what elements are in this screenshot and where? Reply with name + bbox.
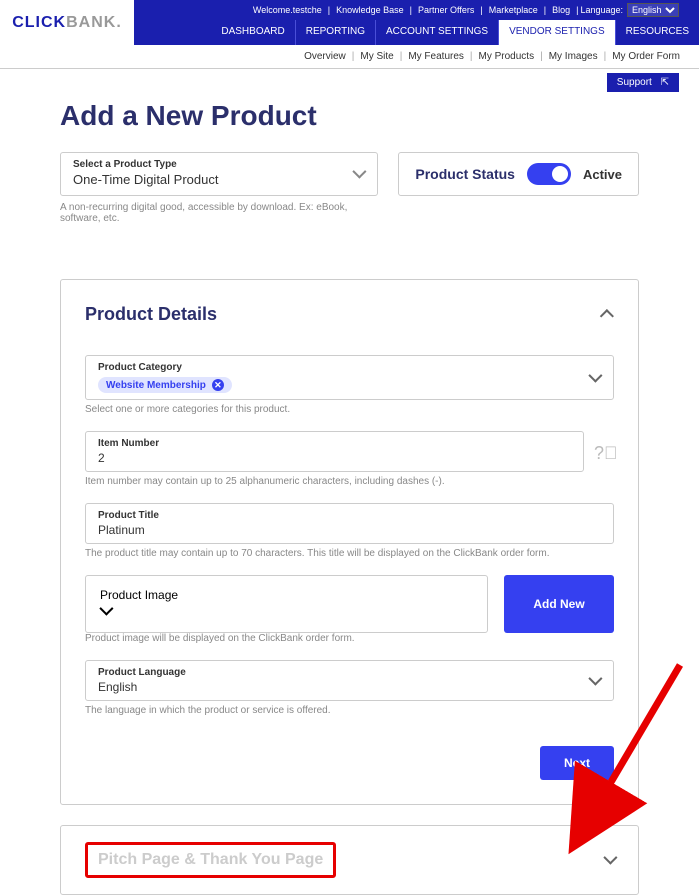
product-image-row: Product Image Add New <box>85 575 614 633</box>
page-title: Add a New Product <box>60 100 639 132</box>
status-text: Active <box>583 167 622 182</box>
chevron-down-icon <box>604 851 614 869</box>
partner-offers-link[interactable]: Partner Offers <box>414 5 478 15</box>
external-link-icon: ⇱ <box>661 77 669 88</box>
content: Add a New Product Select a Product Type … <box>0 92 699 895</box>
subnav-my-products[interactable]: My Products <box>475 51 539 62</box>
chevron-down-icon <box>100 602 110 619</box>
add-new-button[interactable]: Add New <box>504 575 614 633</box>
product-image-field[interactable]: Product Image <box>85 575 488 633</box>
product-type-value: One-Time Digital Product <box>73 172 365 187</box>
logo-bank: BANK. <box>66 14 122 32</box>
product-title-value: Platinum <box>98 523 601 537</box>
chevron-down-icon <box>353 165 363 183</box>
toggle-knob <box>552 166 568 182</box>
support-button[interactable]: Support ⇱ <box>607 73 679 92</box>
chip-label: Website Membership <box>106 380 206 391</box>
category-label: Product Category <box>98 362 601 373</box>
category-hint: Select one or more categories for this p… <box>85 404 614 415</box>
product-image-label: Product Image <box>100 588 473 602</box>
product-title-field[interactable]: Product Title Platinum <box>85 503 614 544</box>
support-row: Support ⇱ <box>0 69 699 92</box>
annotation-highlight: Pitch Page & Thank You Page <box>85 842 336 878</box>
main-navbar: CLICKBANK. DASHBOARD REPORTING ACCOUNT S… <box>0 20 699 45</box>
status-toggle[interactable] <box>527 163 571 185</box>
product-language-value: English <box>98 680 601 694</box>
subnav-overview[interactable]: Overview <box>300 51 350 62</box>
tab-resources[interactable]: RESOURCES <box>616 20 699 45</box>
divider: | <box>398 51 405 62</box>
item-number-row: Item Number 2 ?⃝ <box>85 431 614 476</box>
next-row: Next <box>85 746 614 780</box>
marketplace-link[interactable]: Marketplace <box>485 5 542 15</box>
tab-account-settings[interactable]: ACCOUNT SETTINGS <box>376 20 499 45</box>
pitch-page-panel[interactable]: Pitch Page & Thank You Page <box>60 825 639 895</box>
subnav-my-site[interactable]: My Site <box>356 51 397 62</box>
product-title-label: Product Title <box>98 510 601 521</box>
language-select[interactable]: English <box>627 3 679 17</box>
pitch-page-title: Pitch Page & Thank You Page <box>98 851 323 869</box>
chevron-down-icon <box>589 672 599 690</box>
tab-dashboard[interactable]: DASHBOARD <box>211 20 295 45</box>
product-details-title: Product Details <box>85 304 217 325</box>
category-chip: Website Membership ✕ <box>98 377 232 393</box>
divider: | <box>538 51 545 62</box>
chip-remove-icon[interactable]: ✕ <box>212 379 224 391</box>
blog-link[interactable]: Blog <box>548 5 574 15</box>
product-language-hint: The language in which the product or ser… <box>85 705 614 716</box>
product-details-panel: Product Details Product Category Website… <box>60 279 639 805</box>
product-language-field[interactable]: Product Language English <box>85 660 614 701</box>
chevron-down-icon <box>589 369 599 387</box>
item-number-value: 2 <box>98 451 571 465</box>
top-row: Select a Product Type One-Time Digital P… <box>60 152 639 196</box>
divider: | <box>350 51 357 62</box>
item-number-hint: Item number may contain up to 25 alphanu… <box>85 476 614 487</box>
tab-vendor-settings[interactable]: VENDOR SETTINGS <box>499 20 616 45</box>
support-label: Support <box>617 77 652 88</box>
product-type-hint: A non-recurring digital good, accessible… <box>60 202 360 224</box>
language-label: Language: <box>580 5 623 15</box>
product-image-hint: Product image will be displayed on the C… <box>85 633 614 644</box>
divider: | <box>468 51 475 62</box>
status-label: Product Status <box>415 166 515 182</box>
tab-reporting[interactable]: REPORTING <box>296 20 376 45</box>
subnav-my-images[interactable]: My Images <box>545 51 602 62</box>
subnav-my-features[interactable]: My Features <box>404 51 468 62</box>
product-type-label: Select a Product Type <box>73 159 365 170</box>
logo-click: CLICK <box>12 14 66 32</box>
product-title-hint: The product title may contain up to 70 c… <box>85 548 614 559</box>
product-language-label: Product Language <box>98 667 601 678</box>
chevron-up-icon <box>604 306 614 324</box>
subnav-my-order-form[interactable]: My Order Form <box>608 51 684 62</box>
next-button[interactable]: Next <box>540 746 614 780</box>
item-number-field[interactable]: Item Number 2 <box>85 431 584 472</box>
knowledge-base-link[interactable]: Knowledge Base <box>332 5 408 15</box>
product-type-select[interactable]: Select a Product Type One-Time Digital P… <box>60 152 378 196</box>
nav-tabs: DASHBOARD REPORTING ACCOUNT SETTINGS VEN… <box>211 20 699 45</box>
welcome-link[interactable]: Welcome.testche <box>249 5 326 15</box>
product-category-field[interactable]: Product Category Website Membership ✕ <box>85 355 614 400</box>
panel-header[interactable]: Product Details <box>85 304 614 325</box>
help-icon[interactable]: ?⃝ <box>594 443 614 464</box>
sub-navbar: Overview | My Site | My Features | My Pr… <box>0 45 699 69</box>
logo[interactable]: CLICKBANK. <box>0 0 134 45</box>
item-number-label: Item Number <box>98 438 571 449</box>
divider: | <box>602 51 609 62</box>
product-status-box: Product Status Active <box>398 152 639 196</box>
